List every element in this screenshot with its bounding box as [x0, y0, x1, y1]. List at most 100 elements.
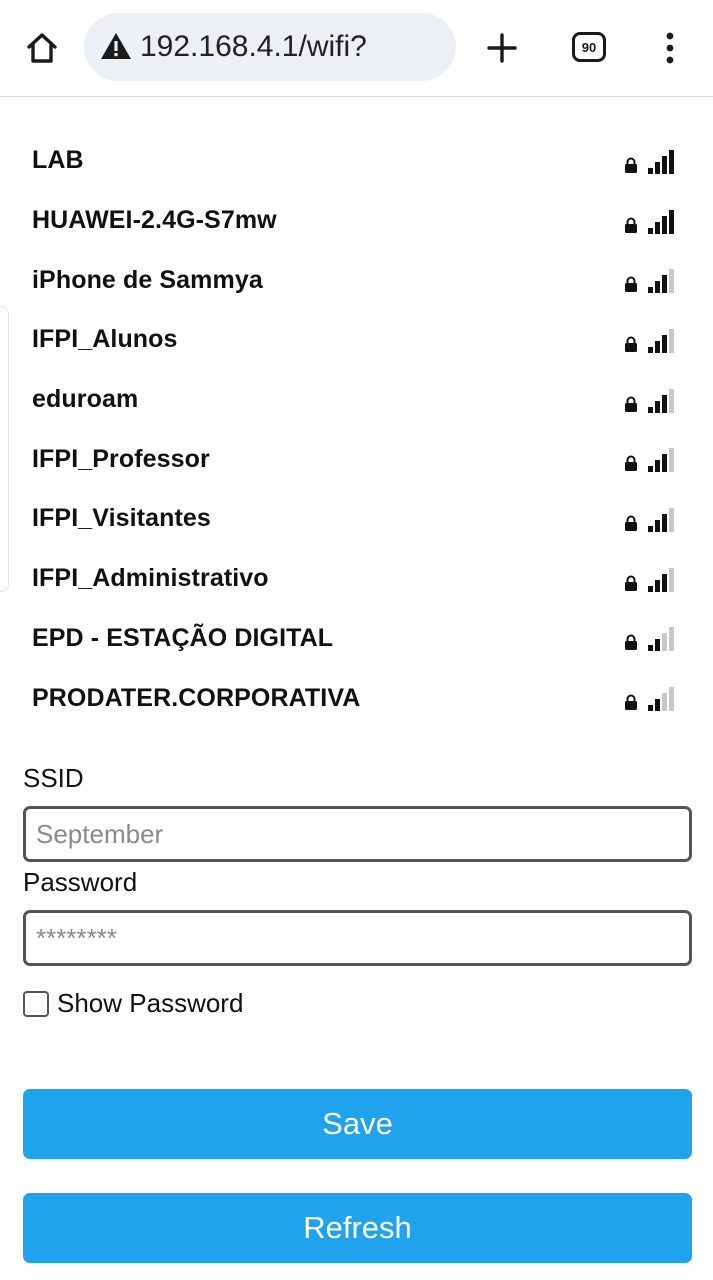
browser-menu-button[interactable]: [652, 28, 688, 68]
lock-icon: [625, 217, 637, 233]
more-vertical-icon: [666, 32, 674, 64]
signal-bar: [655, 221, 660, 234]
wifi-network-status: [624, 685, 678, 712]
edge-panel-handle[interactable]: [0, 306, 9, 592]
signal-bar: [669, 209, 674, 234]
wifi-network-item[interactable]: IFPI_Administrativo: [32, 549, 680, 609]
wifi-network-item[interactable]: iPhone de Sammya: [32, 250, 680, 310]
lock-icon: [625, 157, 637, 173]
wifi-network-status: [624, 267, 678, 294]
wifi-network-ssid[interactable]: LAB: [32, 146, 84, 175]
wifi-network-ssid[interactable]: IFPI_Administrativo: [32, 564, 269, 593]
signal-strength-icon: [648, 567, 674, 592]
signal-strength-icon: [648, 269, 674, 294]
signal-bar: [662, 394, 667, 413]
wifi-network-ssid[interactable]: EPD - ESTAÇÃO DIGITAL: [32, 624, 333, 653]
wifi-network-status: [624, 208, 678, 234]
signal-bar: [662, 155, 667, 174]
wifi-network-ssid[interactable]: PRODATER.CORPORATIVA: [32, 684, 360, 713]
signal-bar: [648, 525, 653, 532]
lock-icon: [625, 276, 637, 293]
signal-bar: [669, 388, 674, 413]
signal-strength-icon: [648, 209, 674, 234]
signal-bar: [655, 400, 660, 413]
signal-bar: [662, 454, 667, 473]
signal-strength-icon: [648, 627, 674, 652]
tab-switcher-button[interactable]: 90: [572, 32, 606, 62]
app: 192.168.4.1/wifi? 90 LAB HUAWEI-2.4G-S7mw…: [0, 0, 713, 1280]
lock-icon: [625, 336, 637, 352]
lock-icon: [625, 634, 637, 651]
not-secure-warning-icon[interactable]: [100, 31, 132, 61]
wifi-config-form: SSID Password Show Password Save Refresh: [23, 760, 692, 1263]
signal-bar: [655, 519, 660, 532]
url-text[interactable]: 192.168.4.1/wifi?: [140, 29, 367, 65]
signal-bar: [669, 687, 674, 712]
signal-bar: [662, 693, 667, 712]
signal-bar: [662, 573, 667, 592]
wifi-network-item[interactable]: eduroam: [32, 370, 680, 430]
lock-icon: [625, 694, 637, 711]
wifi-network-ssid[interactable]: IFPI_Alunos: [32, 325, 178, 354]
wifi-network-ssid[interactable]: eduroam: [32, 385, 138, 414]
signal-bar: [648, 167, 653, 174]
signal-bar: [669, 627, 674, 652]
show-password-label[interactable]: Show Password: [57, 988, 243, 1019]
wifi-network-list: LAB HUAWEI-2.4G-S7mw iPhone de Sammya IFPI_…: [32, 131, 680, 728]
signal-strength-icon: [648, 687, 674, 712]
signal-bar: [648, 645, 653, 652]
wifi-network-item[interactable]: PRODATER.CORPORATIVA: [32, 668, 680, 728]
signal-bar: [648, 585, 653, 592]
wifi-network-item[interactable]: IFPI_Visitantes: [32, 489, 680, 549]
new-tab-button[interactable]: [478, 24, 526, 72]
wifi-network-item[interactable]: LAB: [32, 131, 680, 191]
lock-icon: [625, 515, 637, 531]
lock-icon: [625, 396, 637, 412]
wifi-network-ssid[interactable]: IFPI_Professor: [32, 445, 210, 474]
browser-toolbar: 192.168.4.1/wifi? 90: [0, 0, 713, 97]
signal-bar: [669, 567, 674, 592]
wifi-network-item[interactable]: IFPI_Professor: [32, 429, 680, 489]
ssid-input[interactable]: [23, 806, 692, 862]
signal-strength-icon: [648, 149, 674, 174]
plus-icon: [487, 33, 517, 63]
signal-bar: [648, 287, 653, 294]
signal-bar: [655, 340, 660, 353]
refresh-button[interactable]: Refresh: [23, 1193, 692, 1263]
address-bar[interactable]: 192.168.4.1/wifi?: [84, 13, 456, 81]
home-button[interactable]: [20, 26, 64, 70]
signal-bar: [648, 406, 653, 413]
wifi-network-ssid[interactable]: HUAWEI-2.4G-S7mw: [32, 206, 277, 235]
wifi-network-status: [624, 327, 678, 353]
password-input[interactable]: [23, 910, 692, 966]
signal-bar: [655, 639, 660, 652]
signal-bar: [648, 466, 653, 473]
wifi-network-item[interactable]: IFPI_Alunos: [32, 310, 680, 370]
signal-bar: [662, 215, 667, 234]
signal-strength-icon: [648, 448, 674, 473]
wifi-network-ssid[interactable]: iPhone de Sammya: [32, 266, 263, 295]
signal-bar: [648, 705, 653, 712]
signal-bar: [655, 699, 660, 712]
password-label: Password: [23, 867, 138, 897]
wifi-network-status: [624, 566, 678, 592]
signal-bar: [655, 460, 660, 473]
signal-bar: [655, 161, 660, 174]
wifi-network-status: [624, 625, 678, 652]
signal-bar: [648, 346, 653, 353]
show-password-checkbox[interactable]: [23, 990, 49, 1017]
wifi-network-status: [624, 148, 678, 174]
signal-bar: [669, 328, 674, 353]
wifi-network-item[interactable]: EPD - ESTAÇÃO DIGITAL: [32, 609, 680, 669]
signal-bar: [669, 269, 674, 294]
wifi-network-status: [624, 446, 678, 473]
wifi-network-item[interactable]: HUAWEI-2.4G-S7mw: [32, 191, 680, 251]
save-button[interactable]: Save: [23, 1089, 692, 1159]
signal-bar: [648, 227, 653, 234]
wifi-network-ssid[interactable]: IFPI_Visitantes: [32, 504, 211, 533]
show-password-toggle[interactable]: Show Password: [23, 988, 243, 1019]
wifi-network-status: [624, 506, 678, 532]
wifi-network-status: [624, 387, 678, 413]
signal-bar: [669, 507, 674, 532]
tab-count: 90: [581, 39, 597, 55]
